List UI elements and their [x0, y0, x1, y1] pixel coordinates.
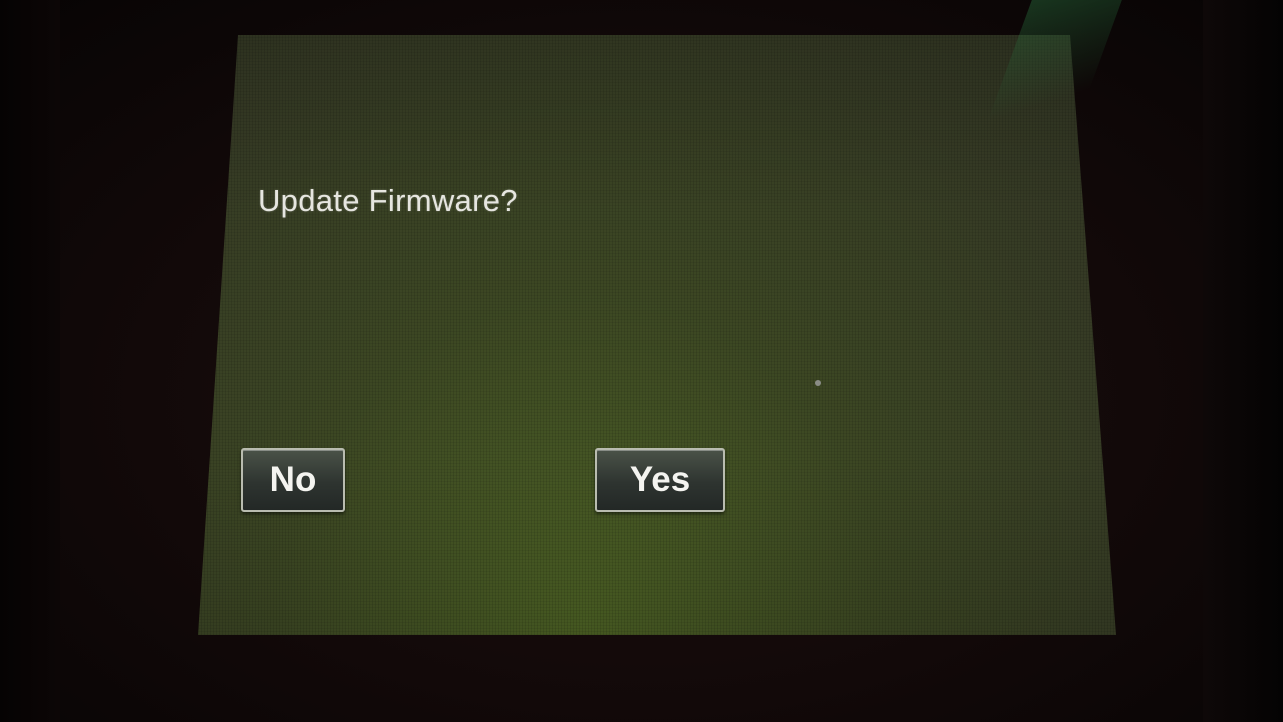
lcd-screen: Update Firmware? No Yes	[198, 35, 1116, 635]
device-bezel: Update Firmware? No Yes	[0, 0, 1283, 722]
screen-shading	[198, 35, 1116, 635]
yes-button[interactable]: Yes	[595, 448, 725, 512]
screen-dust-speck	[815, 380, 821, 386]
bezel-left-edge	[0, 0, 60, 722]
dialog-title: Update Firmware?	[258, 183, 518, 218]
no-button[interactable]: No	[241, 448, 345, 512]
bezel-right-edge	[1203, 0, 1283, 722]
